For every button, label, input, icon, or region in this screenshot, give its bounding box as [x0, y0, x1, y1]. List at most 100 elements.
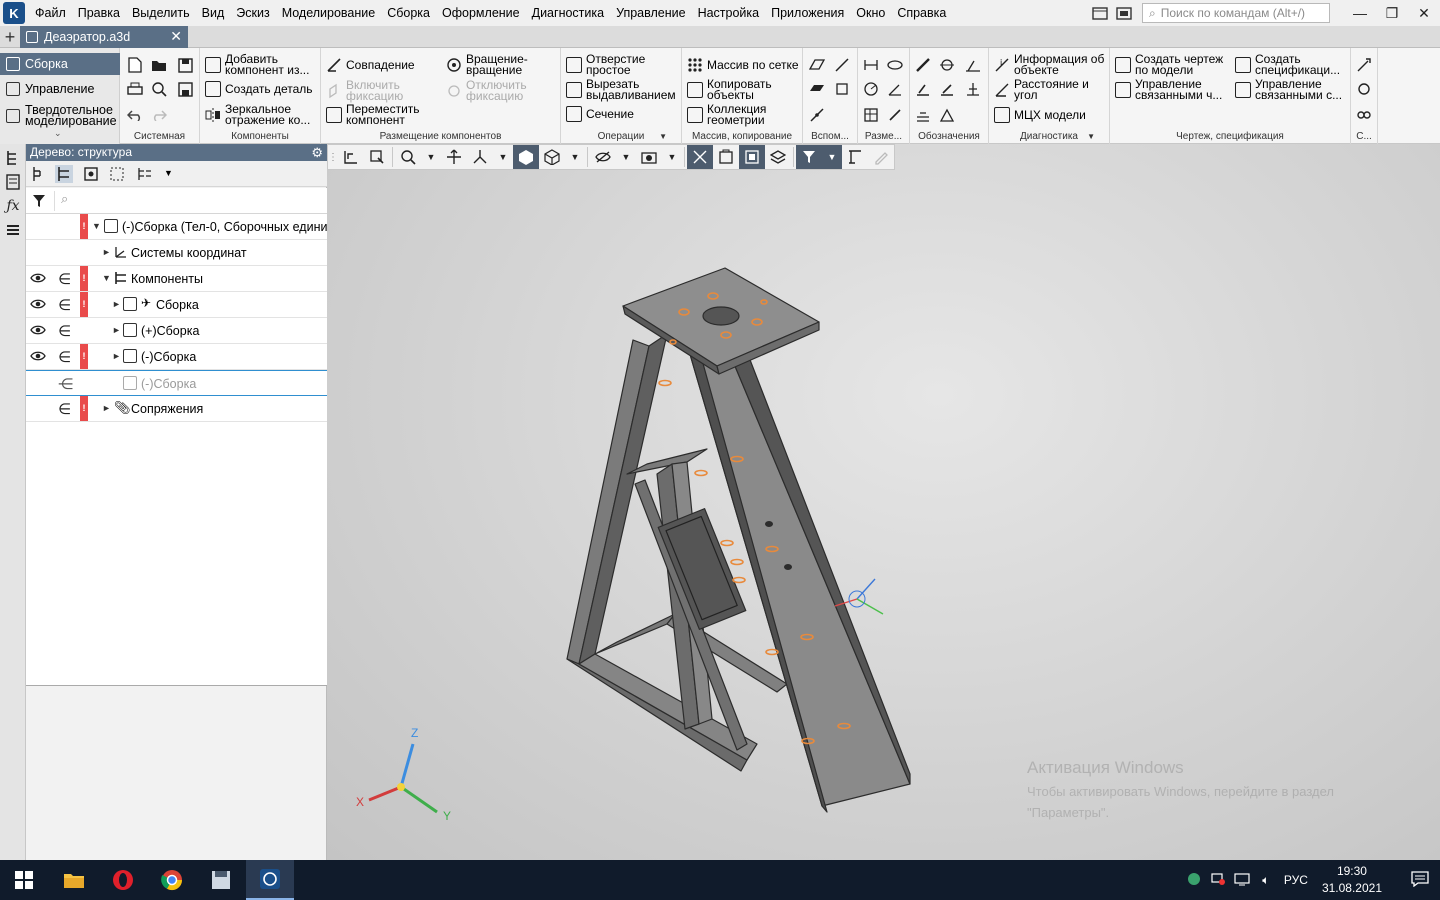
panel-icon[interactable]	[1112, 3, 1136, 23]
excluded-from-calc-icon[interactable]: ⋲	[58, 375, 73, 393]
radial-dim-icon[interactable]	[862, 80, 880, 98]
minimize-button[interactable]: —	[1344, 0, 1376, 26]
tree-row-subassembly-3[interactable]: ∈ ! ► (-)Сборка	[26, 344, 327, 370]
properties-panel-icon[interactable]	[3, 172, 23, 192]
tree-view-mode-icon[interactable]	[136, 165, 154, 183]
save-all-icon[interactable]	[176, 80, 194, 98]
restore-button[interactable]: ❐	[1376, 0, 1408, 26]
3d-viewport[interactable]: ⋮ ▼ ▼ ▼ ▼ ▼ ▼ Z X Y Активация Windows Чт…	[327, 144, 1440, 860]
preview-icon[interactable]	[150, 80, 168, 98]
3d-model-render[interactable]	[327, 144, 1440, 860]
kompas-app-icon[interactable]	[246, 860, 294, 900]
clock[interactable]: 19:30 31.08.2021	[1322, 863, 1382, 897]
eye-icon[interactable]	[30, 272, 46, 286]
include-in-calc-icon[interactable]: ∈	[58, 400, 71, 418]
line-icon[interactable]	[808, 106, 826, 124]
eye-icon[interactable]	[30, 298, 46, 312]
menu-window[interactable]: Окно	[850, 0, 891, 26]
save-icon[interactable]	[176, 56, 194, 74]
move-component-button[interactable]: Переместить компонент	[325, 103, 426, 126]
variables-fx-icon[interactable]: ƒx	[3, 196, 23, 216]
tree-selection-icon[interactable]	[108, 165, 126, 183]
linear-dim-icon[interactable]	[862, 56, 880, 74]
menu-help[interactable]: Справка	[891, 0, 952, 26]
position-icon[interactable]	[914, 106, 932, 124]
angular-dim-icon[interactable]	[886, 80, 904, 98]
mirror-component-button[interactable]: Зеркальное отражение ко...	[204, 103, 317, 126]
geometry-collection-button[interactable]: Коллекция геометрии	[686, 103, 779, 126]
chrome-browser-icon[interactable]	[148, 860, 196, 900]
base-icon[interactable]	[938, 56, 956, 74]
menu-modeling[interactable]: Моделирование	[276, 0, 382, 26]
add-component-button[interactable]: Добавить компонент из...	[204, 53, 317, 76]
filter-icon[interactable]	[30, 192, 48, 210]
kompas-logo-icon[interactable]: K	[3, 2, 25, 24]
expand-arrow-icon[interactable]: ►	[102, 247, 111, 257]
menu-assembly[interactable]: Сборка	[381, 0, 436, 26]
redo-icon[interactable]	[150, 106, 168, 124]
display-tray-icon[interactable]	[1232, 872, 1252, 889]
mass-props-button[interactable]: МЦХ модели	[993, 106, 1086, 124]
tree-row-root[interactable]: ! ▼ (-)Сборка (Тел-0, Сборочных единиц	[26, 214, 335, 240]
tree-structure-icon[interactable]	[30, 165, 48, 183]
menu-sketch[interactable]: Эскиз	[230, 0, 275, 26]
leader-icon[interactable]	[914, 56, 932, 74]
notifications-icon[interactable]	[1400, 870, 1440, 890]
file-explorer-icon[interactable]	[50, 860, 98, 900]
include-in-calc-icon[interactable]: ∈	[58, 348, 71, 366]
kompas-tray-icon[interactable]	[1184, 872, 1204, 889]
floppy-app-icon[interactable]	[197, 860, 245, 900]
coincidence-button[interactable]: Совпадение	[325, 56, 415, 74]
gear-link-icon[interactable]	[1355, 80, 1373, 98]
text-note-icon[interactable]	[938, 106, 956, 124]
mode-assembly[interactable]: Сборка	[0, 53, 120, 75]
include-in-calc-icon[interactable]: ∈	[58, 296, 71, 314]
roughness-icon[interactable]	[964, 56, 982, 74]
print-icon[interactable]	[126, 80, 144, 98]
menu-file[interactable]: Файл	[29, 0, 72, 26]
tree-row-components[interactable]: ∈ ! ▼ Компоненты	[26, 266, 327, 292]
disable-fix-button[interactable]: Отключить фиксацию	[445, 79, 536, 102]
create-drawing-button[interactable]: Создать чертеж по модели	[1114, 53, 1230, 76]
section-button[interactable]: Сечение	[565, 105, 634, 123]
layout-icon[interactable]	[1088, 3, 1112, 23]
rotate-rotate-button[interactable]: Вращение-вращение	[445, 53, 556, 76]
menu-applications[interactable]: Приложения	[765, 0, 850, 26]
menu-diagnostics[interactable]: Диагностика	[526, 0, 610, 26]
mode-management[interactable]: Управление	[0, 78, 120, 100]
menu-edit[interactable]: Правка	[72, 0, 126, 26]
close-button[interactable]: ✕	[1408, 0, 1440, 26]
add-constraint-icon[interactable]	[1355, 56, 1373, 74]
expand-arrow-icon[interactable]: ►	[112, 325, 121, 335]
object-info-button[interactable]: i Информация об объекте	[993, 53, 1109, 76]
tree-search-input[interactable]: ⌕	[54, 191, 322, 211]
windows-start-icon[interactable]	[0, 860, 48, 900]
dropdown-arrow-icon[interactable]: ▼	[659, 131, 667, 143]
include-in-calc-icon[interactable]: ∈	[58, 270, 71, 288]
tree-row-mates[interactable]: ∈ ! ► 📎︎ Сопряжения	[26, 396, 327, 422]
dropdown-arrow-icon[interactable]: ▼	[1087, 131, 1095, 143]
close-tab-icon[interactable]: ✕	[170, 28, 182, 45]
opera-browser-icon[interactable]	[99, 860, 147, 900]
expand-arrow-icon[interactable]: ►	[112, 351, 121, 361]
eye-icon[interactable]	[30, 324, 46, 338]
eye-icon[interactable]	[30, 350, 46, 364]
expand-arrow-icon[interactable]: ►	[102, 403, 111, 413]
plane-icon[interactable]	[808, 56, 826, 74]
mark-icon[interactable]	[964, 80, 982, 98]
distance-angle-button[interactable]: Расстояние и угол	[993, 78, 1094, 101]
tree-hierarchy-icon[interactable]	[55, 165, 73, 183]
tree-row-subassembly-1[interactable]: ∈ ! ► ✈ Сборка	[26, 292, 327, 318]
diameter-dim-icon[interactable]	[886, 56, 904, 74]
create-spec-button[interactable]: Создать спецификаци...	[1234, 53, 1350, 76]
create-part-button[interactable]: Создать деталь	[204, 80, 313, 98]
new-document-button[interactable]: +	[0, 26, 20, 48]
axis-icon[interactable]	[833, 56, 851, 74]
grid-array-button[interactable]: Массив по сетке	[686, 56, 799, 74]
manage-linked-spec-button[interactable]: Управление связанными с...	[1234, 78, 1350, 101]
chain-dim-icon[interactable]	[886, 106, 904, 124]
tolerance-icon[interactable]	[938, 80, 956, 98]
tree-view-dropdown-icon[interactable]: ▼	[164, 168, 173, 178]
point-icon[interactable]	[833, 80, 851, 98]
command-search-input[interactable]: ⌕ Поиск по командам (Alt+/)	[1142, 3, 1330, 23]
